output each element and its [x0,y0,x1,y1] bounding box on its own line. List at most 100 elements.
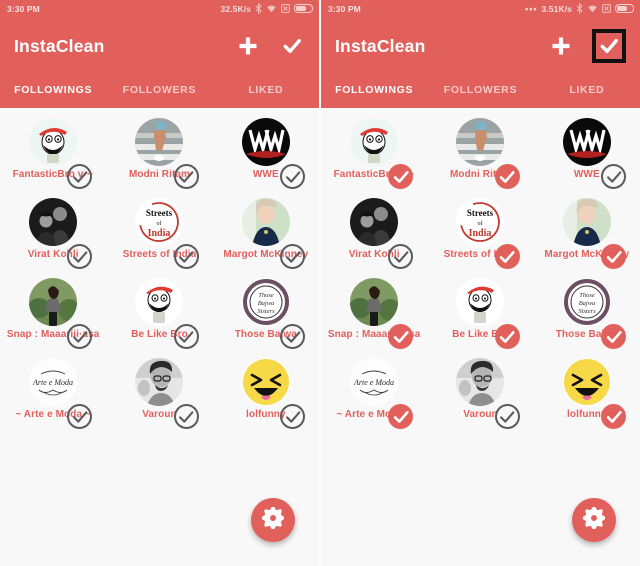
tab-liked[interactable]: LIKED [534,84,640,96]
check-unselected-icon[interactable] [280,404,305,429]
check-unselected-icon[interactable] [173,324,199,349]
account-name: Varoun [463,409,498,420]
check-selected-icon[interactable] [601,324,626,349]
svg-text:Those: Those [258,292,274,299]
streets-of-india-logo-avatar: Streets of India [456,198,505,246]
account-cell[interactable]: lolfunny [213,356,319,434]
account-cell[interactable]: Varoun [106,356,212,434]
tab-bar: FOLLOWINGS FOLLOWERS LIKED [0,75,319,105]
svg-text:of: of [157,220,162,227]
check-unselected-icon[interactable] [67,244,93,269]
svg-text:Bajwa: Bajwa [258,300,275,307]
check-unselected-icon[interactable] [494,404,520,429]
svg-text:Bajwa: Bajwa [579,300,596,307]
check-selected-icon[interactable] [388,324,414,349]
account-cell[interactable]: Snap : Maaariii·asa [321,276,427,354]
check-unselected-icon[interactable] [173,244,199,269]
svg-text:Sisters: Sisters [578,308,596,315]
select-all-button[interactable] [592,29,626,63]
check-unselected-icon[interactable] [388,244,414,269]
add-button[interactable] [548,33,574,59]
woman-portrait-photo-avatar [241,198,290,246]
app-title: InstaClean [14,35,105,56]
account-cell[interactable]: lolfunny [534,356,640,434]
check-unselected-icon[interactable] [280,324,305,349]
settings-fab[interactable] [572,498,616,542]
svg-text:Arte e Moda: Arte e Moda [32,378,73,387]
account-cell[interactable]: Be Like Bro [106,276,212,354]
check-unselected-icon[interactable] [280,244,305,269]
settings-fab[interactable] [251,498,295,542]
account-cell[interactable]: FantasticBro v··· [0,116,106,194]
account-cell[interactable]: Margot McKinney [534,196,640,274]
check-unselected-icon[interactable] [280,164,305,189]
couple-bw-photo-avatar [29,198,78,246]
account-cell[interactable]: Arte e Moda ~ Arte e Moda ~ [0,356,106,434]
no-sim-icon [281,4,290,13]
account-cell[interactable]: Those Bajwa Sisters Those Bajwa [213,276,319,354]
comparison-screenshots: 3:30 PM 32.5K/s InstaClean FOLLOWINGS FOLLOW… [0,0,640,566]
app-bar: InstaClean [321,17,640,75]
couple-bw-photo-avatar [350,198,399,246]
account-cell[interactable]: Arte e Moda ~ Arte e Moda ~ [321,356,427,434]
legs-stairs-photo-avatar [135,118,184,166]
check-selected-icon[interactable] [494,164,520,189]
check-selected-icon[interactable] [494,244,520,269]
check-selected-icon[interactable] [601,404,626,429]
tab-followers[interactable]: FOLLOWERS [427,84,533,96]
check-unselected-icon[interactable] [67,164,93,189]
svg-text:India: India [148,228,171,239]
check-selected-icon[interactable] [388,164,414,189]
bluetooth-icon [255,3,262,14]
account-cell[interactable]: Those Bajwa Sisters Those Bajwa [534,276,640,354]
account-name: WWE [252,169,279,180]
app-bar: InstaClean [0,17,319,75]
those-bajwa-sisters-logo-avatar: Those Bajwa Sisters [562,278,611,326]
battery-icon [615,4,634,13]
account-cell[interactable]: Virat Kohli [0,196,106,274]
account-cell[interactable]: Be Like Bro [427,276,533,354]
wwe-logo-avatar [241,118,290,166]
tab-followers[interactable]: FOLLOWERS [106,84,212,96]
account-cell[interactable]: Streets of India Streets of India [427,196,533,274]
check-selected-icon[interactable] [601,244,626,269]
account-cell[interactable]: Streets of India Streets of India [106,196,212,274]
add-button[interactable] [235,33,261,59]
tab-followings[interactable]: FOLLOWINGS [0,84,106,96]
select-all-button[interactable] [279,33,305,59]
battery-icon [294,4,313,13]
check-unselected-icon[interactable] [173,164,199,189]
arte-e-moda-logo-avatar: Arte e Moda [350,358,399,406]
svg-text:Streets: Streets [467,208,494,218]
account-cell[interactable]: Snap : Maaariii·asa [0,276,106,354]
svg-text:India: India [469,228,492,239]
account-cell[interactable]: Varoun [427,356,533,434]
phone-screen-before: 3:30 PM 32.5K/s InstaClean FOLLOWINGS FOLLOW… [0,0,319,566]
account-cell[interactable]: WWE [534,116,640,194]
woman-portrait-photo-avatar [562,198,611,246]
account-cell[interactable]: Modni Ritam [106,116,212,194]
check-selected-icon[interactable] [494,324,520,349]
check-unselected-icon[interactable] [173,404,199,429]
check-selected-icon[interactable] [388,404,414,429]
account-cell[interactable]: FantasticBro v··· [321,116,427,194]
woman-garden-photo-avatar [29,278,78,326]
wwe-logo-avatar [562,118,611,166]
status-bar: 3:30 PM 32.5K/s [0,0,319,17]
status-bar: 3:30 PM ••• 3.51K/s [321,0,640,17]
check-unselected-icon[interactable] [67,404,93,429]
network-speed-label: 32.5K/s [220,3,251,14]
tab-followings[interactable]: FOLLOWINGS [321,84,427,96]
tab-liked[interactable]: LIKED [213,84,319,96]
account-cell[interactable]: Virat Kohli [321,196,427,274]
network-speed-label: 3.51K/s [541,3,572,14]
check-unselected-icon[interactable] [67,324,93,349]
account-name: Varoun [142,409,177,420]
man-bw-photo-avatar [456,358,505,406]
account-cell[interactable]: WWE [213,116,319,194]
tab-bar: FOLLOWINGS FOLLOWERS LIKED [321,75,640,105]
account-cell[interactable]: Margot McKinney [213,196,319,274]
account-cell[interactable]: Modni Ritam [427,116,533,194]
wifi-icon [587,4,598,13]
check-unselected-icon[interactable] [601,164,626,189]
